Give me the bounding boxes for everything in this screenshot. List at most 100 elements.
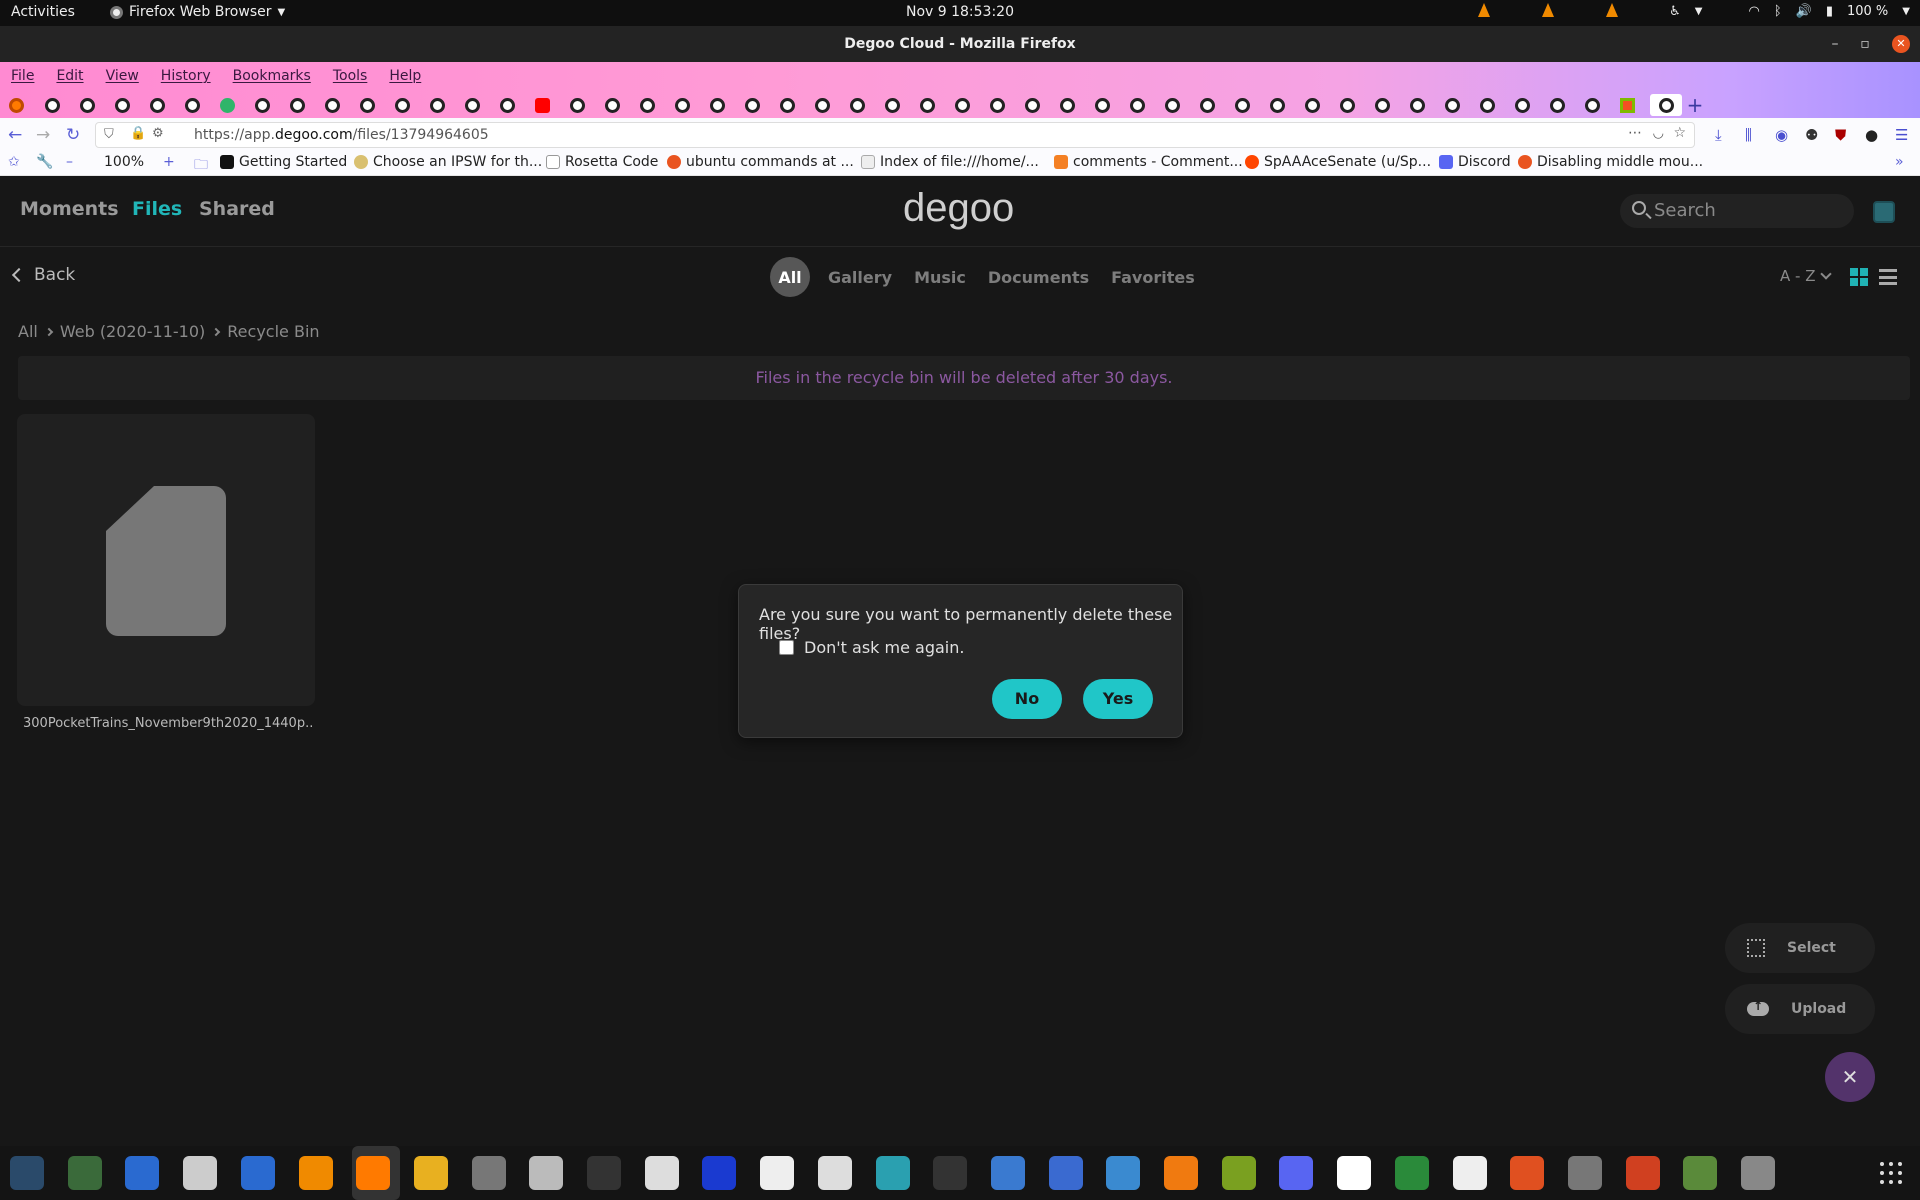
- browser-tab[interactable]: [1090, 94, 1114, 116]
- firefox-icon[interactable]: [356, 1156, 391, 1190]
- menu-bookmarks[interactable]: Bookmarks: [222, 62, 322, 92]
- browser-tab[interactable]: [600, 94, 624, 116]
- wrench-icon[interactable]: 🔧: [36, 154, 53, 170]
- minecraft-icon[interactable]: [1683, 1156, 1718, 1190]
- yes-button[interactable]: Yes: [1083, 679, 1153, 719]
- zoom-level[interactable]: 100%: [104, 154, 144, 170]
- page-actions-icon[interactable]: ⋯: [1628, 125, 1642, 141]
- bookmark-ipsw[interactable]: Choose an IPSW for th...: [354, 154, 542, 170]
- battery-icon[interactable]: ▮: [1826, 4, 1833, 19]
- audio-icon[interactable]: [702, 1156, 737, 1190]
- browser-tab[interactable]: [1615, 94, 1639, 116]
- terminal-icon[interactable]: [587, 1156, 621, 1190]
- library-icon[interactable]: ⫼: [1745, 126, 1752, 144]
- reload-icon[interactable]: ↻: [66, 125, 80, 145]
- browser-tab[interactable]: [1020, 94, 1044, 116]
- menu-file[interactable]: File: [0, 62, 45, 92]
- impress-icon[interactable]: [1510, 1156, 1545, 1190]
- virtualbox-icon[interactable]: [1106, 1156, 1141, 1190]
- upload-button[interactable]: Upload: [1725, 984, 1875, 1034]
- url-text[interactable]: https://app.degoo.com/files/13794964605: [194, 127, 489, 143]
- nav-moments[interactable]: Moments: [20, 198, 119, 220]
- bookmark-star-icon[interactable]: ✩: [8, 154, 20, 170]
- system-monitor-icon[interactable]: [10, 1156, 44, 1190]
- browser-tab[interactable]: [460, 94, 484, 116]
- shield-icon[interactable]: ⛉: [104, 127, 114, 142]
- browser-tab[interactable]: [950, 94, 974, 116]
- browser-tab[interactable]: [775, 94, 799, 116]
- ublock-icon[interactable]: ⛊: [1835, 126, 1846, 144]
- spreadsheet-icon[interactable]: [1394, 1156, 1429, 1190]
- filter-documents[interactable]: Documents: [988, 268, 1089, 287]
- browser-tab[interactable]: [425, 94, 449, 116]
- checkbox[interactable]: [779, 640, 794, 655]
- downloads-icon[interactable]: ⤓: [1715, 126, 1722, 144]
- firefox-view-tab[interactable]: [4, 94, 28, 116]
- active-tab-degoo[interactable]: [1650, 94, 1682, 116]
- bookmark-index-of-file[interactable]: Index of file:///home/...: [861, 154, 1039, 170]
- system-tray[interactable]: ♿ ▼ ◠ ᛒ 🔊 ▮ 100 % ▼: [1477, 3, 1910, 19]
- github-extension-icon[interactable]: ●: [1865, 126, 1878, 144]
- document-icon[interactable]: [1337, 1156, 1372, 1190]
- browser-tab[interactable]: [1370, 94, 1394, 116]
- vlc-icon[interactable]: [1541, 3, 1555, 19]
- file-name[interactable]: 300PocketTrains_November9th2020_1440p...…: [23, 716, 313, 731]
- filter-favorites[interactable]: Favorites: [1111, 268, 1195, 287]
- browser-tab[interactable]: [180, 94, 204, 116]
- browser-tab[interactable]: [1160, 94, 1184, 116]
- extensions-icon[interactable]: [67, 1156, 102, 1190]
- profile-icon[interactable]: [1873, 201, 1895, 223]
- filter-gallery[interactable]: Gallery: [828, 268, 892, 287]
- bookmark-discord[interactable]: Discord: [1439, 154, 1511, 170]
- calculator-icon[interactable]: [413, 1156, 448, 1190]
- accessibility-icon[interactable]: ♿: [1669, 4, 1681, 19]
- breadcrumb-all[interactable]: All: [18, 322, 38, 341]
- nav-shared[interactable]: Shared: [199, 198, 275, 220]
- settings-icon[interactable]: [471, 1156, 506, 1190]
- browser-tab[interactable]: [530, 94, 554, 116]
- hamburger-menu-icon[interactable]: ☰: [1895, 126, 1908, 144]
- inkscape-alt-icon[interactable]: [933, 1156, 968, 1190]
- browser-tab[interactable]: [1195, 94, 1219, 116]
- menu-history[interactable]: History: [150, 62, 222, 92]
- browser-tab[interactable]: [1510, 94, 1534, 116]
- breadcrumb-web-folder[interactable]: Web (2020-11-10): [60, 322, 205, 341]
- bookmark-comments[interactable]: comments - Comment...: [1054, 154, 1243, 170]
- dont-ask-again-checkbox[interactable]: Don't ask me again.: [779, 638, 964, 657]
- browser-tab[interactable]: [1335, 94, 1359, 116]
- close-actions-button[interactable]: ✕: [1825, 1052, 1875, 1102]
- gimp-icon[interactable]: [1567, 1156, 1602, 1190]
- select-button[interactable]: Select: [1725, 923, 1875, 973]
- list-view-icon[interactable]: [1879, 269, 1897, 285]
- browser-tab[interactable]: [1300, 94, 1324, 116]
- browser-tab[interactable]: [1580, 94, 1604, 116]
- menu-view[interactable]: View: [95, 62, 150, 92]
- bookmark-disabling-middle-mouse[interactable]: Disabling middle mou...: [1518, 154, 1703, 170]
- new-tab-button[interactable]: +: [1683, 93, 1707, 117]
- browser-tab[interactable]: [1440, 94, 1464, 116]
- browser-tab[interactable]: [495, 94, 519, 116]
- degoo-logo[interactable]: degoo: [903, 186, 1014, 231]
- browser-tab[interactable]: [915, 94, 939, 116]
- browser-tab[interactable]: [1545, 94, 1569, 116]
- menu-edit[interactable]: Edit: [45, 62, 94, 92]
- screenshot-icon[interactable]: [1048, 1156, 1083, 1190]
- discord-icon[interactable]: [1279, 1156, 1314, 1190]
- bookmark-rosetta-code[interactable]: Rosetta Code: [546, 154, 658, 170]
- bookmark-getting-started[interactable]: Getting Started: [220, 154, 347, 170]
- vlc-icon[interactable]: [1605, 3, 1619, 19]
- forward-arrow-icon[interactable]: →: [36, 125, 50, 145]
- browser-tab[interactable]: [110, 94, 134, 116]
- bluetooth-icon[interactable]: ᛒ: [1774, 4, 1782, 19]
- back-arrow-icon[interactable]: ←: [8, 125, 22, 145]
- typora-icon[interactable]: [1452, 1156, 1487, 1190]
- minimize-button[interactable]: –: [1820, 26, 1850, 62]
- browser-tab[interactable]: [880, 94, 904, 116]
- menu-help[interactable]: Help: [378, 62, 432, 92]
- volume-icon[interactable]: 🔊: [1796, 4, 1812, 19]
- browser-tab[interactable]: [1055, 94, 1079, 116]
- browser-tab[interactable]: [215, 94, 239, 116]
- browser-tab[interactable]: [285, 94, 309, 116]
- browser-tab[interactable]: [40, 94, 64, 116]
- url-bar[interactable]: ⛉ 🔒 ⚙ https://app.degoo.com/files/137949…: [95, 122, 1695, 148]
